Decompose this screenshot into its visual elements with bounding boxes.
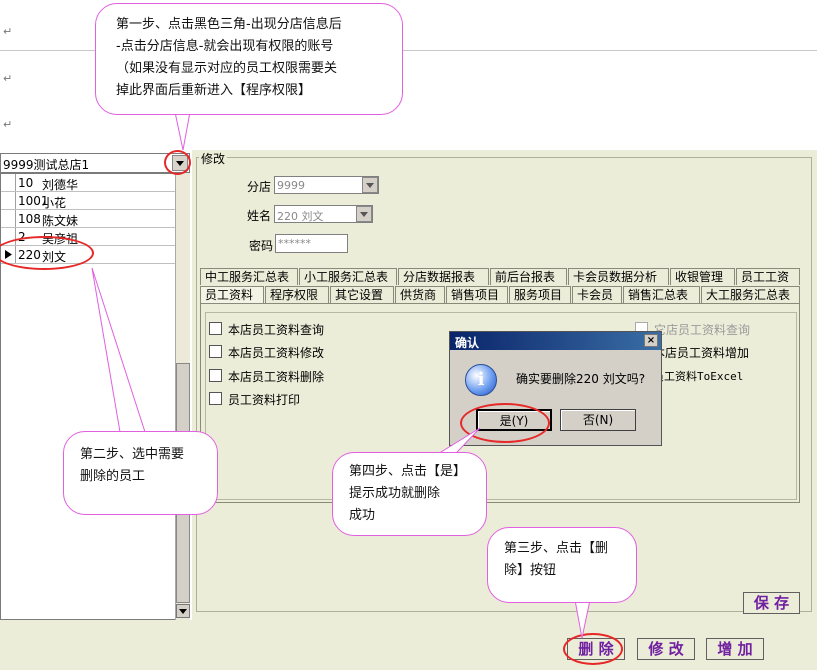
callout-line: 删除的员工 <box>80 469 146 484</box>
callout-line: 第三步、点击【删 <box>504 541 609 556</box>
callout-step3: 第三步、点击【删 除】按钮 <box>487 527 637 603</box>
callout-line: 成功 <box>349 508 376 523</box>
callout-line: 提示成功就删除 <box>349 486 441 501</box>
callout-text: 第二步、选中需要 删除的员工 <box>80 444 184 488</box>
callout-line: -点击分店信息-就会出现有权限的账号 <box>116 39 334 54</box>
callout-line: （如果没有显示对应的员工权限需要关 <box>116 61 338 76</box>
callout-line: 掉此界面后重新进入【程序权限】 <box>116 83 312 98</box>
callout-line: 除】按钮 <box>504 563 557 578</box>
callout-step1: 第一步、点击黑色三角-出现分店信息后 -点击分店信息-就会出现有权限的账号 （如… <box>95 3 403 115</box>
callout-text: 第一步、点击黑色三角-出现分店信息后 -点击分店信息-就会出现有权限的账号 （如… <box>116 14 342 102</box>
callout-line: 第四步、点击【是】 <box>349 464 467 479</box>
callout-line: 第一步、点击黑色三角-出现分店信息后 <box>116 17 342 32</box>
callout-step4: 第四步、点击【是】 提示成功就删除 成功 <box>332 452 487 536</box>
callout-text: 第四步、点击【是】 提示成功就删除 成功 <box>349 461 466 527</box>
callout-text: 第三步、点击【删 除】按钮 <box>504 538 608 582</box>
callout-step2: 第二步、选中需要 删除的员工 <box>63 431 218 515</box>
callout-line: 第二步、选中需要 <box>80 447 185 462</box>
